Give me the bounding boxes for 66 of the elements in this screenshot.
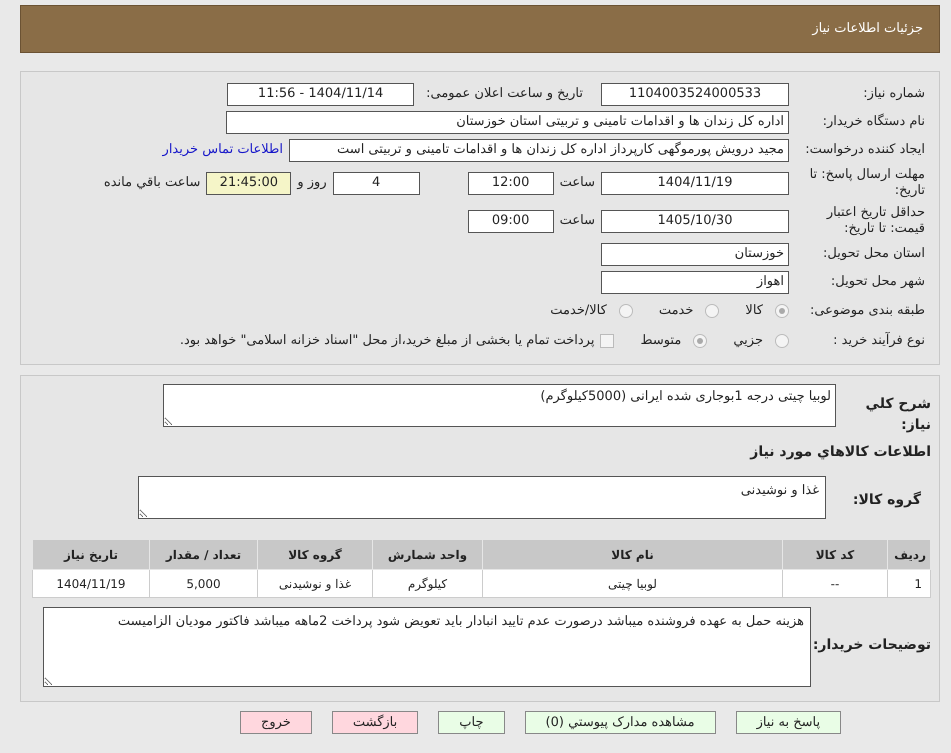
field-label: گروه کالا: [852,492,921,508]
field-label: توضیحات خریدار: [812,637,931,653]
table-header: گروه کالا [258,540,372,570]
table-header: واحد شمارش [372,540,482,570]
table-header: کد کالا [782,540,888,570]
buyer-contact-link[interactable]: اطلاعات تماس خریدار [162,140,283,160]
requester-field[interactable]: مجید درویش پورموگهی کارپرداز اداره کل زندان ها و اقدامات تامینی و تربیتی است [289,138,789,162]
table-cell: 1404/11/19 [32,570,150,598]
field-label: ساعت [560,212,595,230]
buyer-notes-field[interactable]: هزینه حمل به عهده فروشنده میباشد درصورت عدم تایید انبادار باید تعویض شود پرداخت 2ماهه میباشد فاکتور مودیان الزامیست [43,607,811,687]
summary-field[interactable]: لوبیا چیتی درجه 1بوجاری شده ایرانی (5000کیلوگرم) [163,384,836,427]
buyer-org-field[interactable]: اداره کل زندان ها و اقدامات تامینی و تربیتی استان خوزستان [226,110,789,134]
field-label: ساعت باقي مانده [104,174,200,192]
option-label: کالا/خدمت [550,302,607,320]
table-header: نام کالا [482,540,782,570]
table-cell: لوبیا چیتی [482,570,782,598]
radio-button[interactable] [618,304,633,318]
field-label: ساعت [560,174,595,192]
remaining-time-field: 21:45:00 [206,172,292,194]
radio-button[interactable] [775,334,789,348]
page-title: جزئیات اطلاعات نیاز [812,20,923,38]
days-field[interactable]: 4 [332,172,420,194]
field-label: نام دستگاه خریدار: [822,114,925,129]
field-label: طبقه بندی موضوعی: [810,303,925,318]
field-label: مهلت ارسال پاسخ: تا تاریخ: [810,167,925,198]
table-cell: 5,000 [150,570,258,598]
validity-time-field[interactable]: 09:00 [468,210,554,232]
action-button[interactable]: خروج [240,711,312,734]
deadline-date-field[interactable]: 1404/11/19 [601,172,789,194]
field-label: شرح کلي نیاز: [866,396,931,433]
action-button[interactable]: چاپ [438,711,504,734]
deadline-time-field[interactable]: 12:00 [468,172,554,194]
field-label: روز و [297,174,327,192]
field-label: حداقل تاریخ اعتبار قیمت: تا تاریخ: [826,205,925,236]
need-number-field[interactable]: 1104003524000533 [601,82,789,106]
field-label: ایجاد کننده درخواست: [805,142,925,157]
action-button[interactable]: مشاهده مدارک پیوستي (0) [524,711,716,734]
table-header: تعداد / مقدار [150,540,258,570]
option-label: خدمت [658,302,694,320]
checkbox[interactable] [600,334,614,348]
table-header: تاریخ نیاز [32,540,150,570]
radio-button[interactable] [705,304,720,318]
field-label: استان محل تحویل: [823,246,925,261]
field-label: شهر محل تحویل: [830,274,925,289]
action-button[interactable]: پاسخ به نیاز [736,711,842,734]
action-button[interactable]: بازگشت [332,711,418,734]
table-cell: کیلوگرم [372,570,482,598]
announce-date-field[interactable]: 1404/11/14 - 11:56 [227,82,414,106]
field-label: نوع فرآیند خرید : [833,333,925,348]
table-cell: 1 [888,570,930,598]
radio-button[interactable] [693,334,708,348]
validity-date-field[interactable]: 1405/10/30 [601,210,789,232]
province-field[interactable]: خوزستان [601,242,789,266]
table-header: ردیف [888,540,930,570]
option-label: جزيي [733,332,763,350]
field-label: شماره نیاز: [863,86,925,101]
field-label: تاریخ و ساعت اعلان عمومی: [426,85,583,104]
section-title: اطلاعات کالاهاي مورد نیاز [750,444,931,460]
option-label: کالا [745,302,763,320]
city-field[interactable]: اهواز [601,270,789,294]
option-label: متوسط [640,332,682,350]
radio-button[interactable] [775,304,789,318]
group-field[interactable]: غذا و نوشیدنی [138,476,826,519]
table-cell: غذا و نوشیدنی [258,570,372,598]
payment-note: پرداخت تمام یا بخشی از مبلغ خرید،از محل "اسناد خزانه اسلامی" خواهد بود. [180,332,594,350]
table-cell: -- [782,570,888,598]
